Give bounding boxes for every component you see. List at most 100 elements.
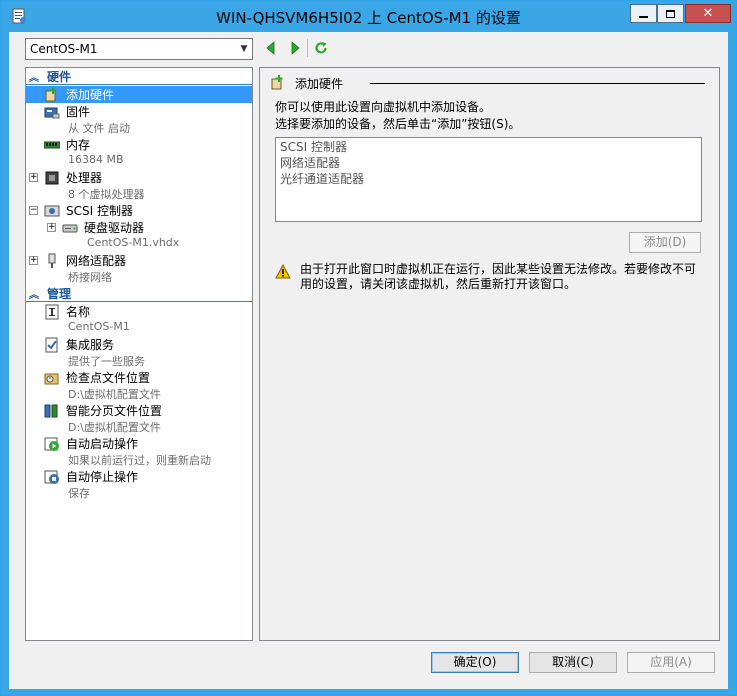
cancel-button[interactable]: 取消(C) [529, 652, 617, 673]
tree-item-subtext: 从 文件 启动 [68, 122, 130, 135]
tree-item-paging-row[interactable]: 智能分页文件位置 [26, 402, 252, 419]
tree-item-label: 网络适配器 [66, 254, 127, 268]
paging-icon [44, 404, 58, 417]
hard-drive-icon [62, 224, 78, 232]
tree-item-memory-row[interactable]: 内存 [26, 136, 252, 153]
settings-tree[interactable]: ︽ 硬件 添加硬件 固件 从 文件 启动 内存 16384 MB + 处理器 8… [25, 67, 253, 641]
hardware-section-header[interactable]: ︽ 硬件 [26, 68, 252, 85]
expand-toggle[interactable]: + [29, 173, 38, 182]
tree-item-add-hardware[interactable]: 添加硬件 [26, 86, 252, 103]
tree-item-auto-stop-action[interactable]: 自动停止操作 保存 [26, 468, 252, 500]
tree-item-label: SCSI 控制器 [66, 204, 133, 218]
client-area: CentOS-M1 ▼ ︽ 硬件 添加硬件 固件 从 文件 启动 内存 1638… [9, 32, 728, 689]
tree-item-subtext: 桥接网络 [68, 271, 112, 284]
device-list-item[interactable]: 光纤通道适配器 [280, 171, 697, 187]
checkpoint-icon [44, 373, 59, 384]
tree-item-hard-drive[interactable]: + 硬盘驱动器 CentOS-M1.vhdx [26, 219, 252, 251]
tree-item-subtext: 8 个虚拟处理器 [68, 188, 145, 201]
tree-item-label: 集成服务 [66, 338, 115, 352]
tree-item-label: 自动停止操作 [66, 470, 139, 484]
tree-item-integration-services[interactable]: 集成服务 提供了一些服务 [26, 336, 252, 368]
add-hardware-icon [45, 87, 57, 102]
tree-item-smart-paging-location[interactable]: 智能分页文件位置 D:\虚拟机配置文件 [26, 402, 252, 434]
add-hardware-group-header: 添加硬件 [270, 74, 705, 91]
tree-item-scsi-row[interactable]: − SCSI 控制器 [26, 202, 252, 219]
tree-item-scsi-controller[interactable]: − SCSI 控制器 [26, 202, 252, 219]
tree-item-auto-stop-row[interactable]: 自动停止操作 [26, 468, 252, 485]
apply-button[interactable]: 应用(A) [627, 652, 715, 673]
title-bar[interactable]: WIN-QHSVM6H5I02 上 CentOS-M1 的设置 ✕ [1, 1, 736, 32]
tree-item-firmware-sub: 从 文件 启动 [26, 120, 252, 135]
tree-item-processor-sub: 8 个虚拟处理器 [26, 186, 252, 201]
close-icon: ✕ [702, 6, 714, 21]
tree-item-subtext: D:\虚拟机配置文件 [68, 421, 161, 434]
tree-item-subtext: 如果以前运行过，则重新启动 [68, 454, 211, 467]
collapse-toggle[interactable]: − [29, 206, 38, 215]
tree-item-subtext: CentOS-M1 [68, 320, 130, 333]
processor-icon [45, 171, 59, 184]
tree-item-checkpoint-location[interactable]: 检查点文件位置 D:\虚拟机配置文件 [26, 369, 252, 401]
device-listbox[interactable]: SCSI 控制器 网络适配器 光纤通道适配器 [275, 137, 702, 222]
tree-item-hard-drive-sub: CentOS-M1.vhdx [26, 236, 252, 251]
close-button[interactable]: ✕ [685, 4, 731, 23]
expand-toggle[interactable]: + [29, 256, 38, 265]
vm-select-dropdown[interactable]: CentOS-M1 ▼ [25, 38, 253, 60]
collapse-chevron-icon: ︽ [29, 72, 39, 84]
tree-item-subtext: 16384 MB [68, 153, 124, 166]
scsi-icon [44, 205, 60, 216]
integration-services-icon [45, 337, 58, 352]
frame-right [728, 32, 736, 695]
tree-item-processor-row[interactable]: + 处理器 [26, 169, 252, 186]
tree-item-auto-start-action[interactable]: 自动启动操作 如果以前运行过，则重新启动 [26, 435, 252, 467]
maximize-icon [666, 9, 675, 18]
tree-item-label: 添加硬件 [66, 88, 115, 102]
tree-item-network-adapter-row[interactable]: + 网络适配器 [26, 252, 252, 269]
tree-item-subtext: CentOS-M1.vhdx [87, 236, 180, 249]
chevron-down-icon: ▼ [240, 44, 248, 54]
minimize-icon [639, 15, 648, 18]
management-section-label: 管理 [47, 286, 72, 301]
tree-item-integration-row[interactable]: 集成服务 [26, 336, 252, 353]
back-arrow-icon[interactable] [264, 41, 278, 55]
tree-item-memory[interactable]: 内存 16384 MB [26, 136, 252, 168]
tree-item-network-adapter[interactable]: + 网络适配器 桥接网络 [26, 252, 252, 284]
ok-button[interactable]: 确定(O) [431, 652, 519, 673]
tree-item-auto-start-row[interactable]: 自动启动操作 [26, 435, 252, 452]
tree-item-firmware-row[interactable]: 固件 [26, 103, 252, 120]
forward-arrow-icon[interactable] [288, 41, 302, 55]
tree-item-processor[interactable]: + 处理器 8 个虚拟处理器 [26, 169, 252, 201]
tree-item-label: 名称 [66, 305, 91, 319]
name-icon [45, 304, 59, 319]
add-button[interactable]: 添加(D) [629, 232, 701, 253]
warning-icon [275, 264, 291, 279]
content-panel: 添加硬件 你可以使用此设置向虚拟机中添加设备。 选择要添加的设备，然后单击“添加… [259, 67, 720, 641]
device-list-item[interactable]: SCSI 控制器 [280, 139, 697, 155]
tree-item-add-hardware-row[interactable]: 添加硬件 [26, 86, 252, 103]
collapse-chevron-icon: ︽ [29, 289, 39, 301]
toolbar-separator [307, 39, 308, 57]
device-list-item[interactable]: 网络适配器 [280, 155, 697, 171]
tree-item-paging-sub: D:\虚拟机配置文件 [26, 419, 252, 434]
tree-item-label: 智能分页文件位置 [66, 404, 163, 418]
content-header-label: 添加硬件 [295, 77, 344, 91]
tree-item-subtext: 提供了一些服务 [68, 355, 145, 368]
settings-window: WIN-QHSVM6H5I02 上 CentOS-M1 的设置 ✕ CentOS… [0, 0, 737, 696]
maximize-button[interactable] [657, 4, 684, 23]
window-title: WIN-QHSVM6H5I02 上 CentOS-M1 的设置 [216, 9, 521, 27]
tree-item-hard-drive-row[interactable]: + 硬盘驱动器 [26, 219, 252, 236]
tree-item-firmware[interactable]: 固件 从 文件 启动 [26, 103, 252, 135]
tree-item-name-row[interactable]: 名称 [26, 303, 252, 320]
expand-toggle[interactable]: + [47, 223, 56, 232]
tree-item-label: 硬盘驱动器 [84, 221, 145, 235]
tree-item-name[interactable]: 名称 CentOS-M1 [26, 303, 252, 335]
tree-item-label: 固件 [66, 105, 91, 119]
tree-item-label: 自动启动操作 [66, 437, 139, 451]
firmware-icon [44, 107, 60, 118]
tree-item-label: 内存 [66, 138, 91, 152]
tree-item-checkpoint-row[interactable]: 检查点文件位置 [26, 369, 252, 386]
minimize-button[interactable] [630, 4, 657, 23]
add-hardware-icon [271, 75, 283, 90]
hardware-section-label: 硬件 [47, 69, 72, 84]
refresh-icon[interactable] [314, 41, 328, 55]
management-section-header[interactable]: ︽ 管理 [26, 285, 252, 302]
